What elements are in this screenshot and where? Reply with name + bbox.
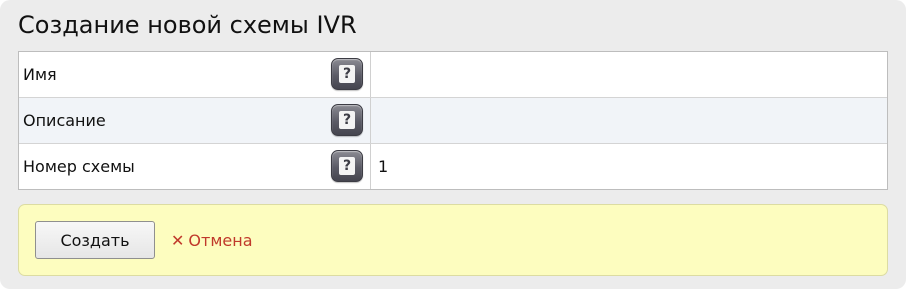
create-button[interactable]: Создать bbox=[35, 221, 155, 259]
help-icon[interactable]: ? bbox=[331, 104, 363, 136]
ivr-create-panel: Создание новой схемы IVR Имя ? Описание … bbox=[0, 0, 906, 289]
value-cell bbox=[371, 52, 887, 97]
value-cell bbox=[371, 98, 887, 143]
field-label-scheme-number: Номер схемы bbox=[23, 157, 135, 176]
cancel-link[interactable]: ✕ Отмена bbox=[171, 231, 253, 251]
label-cell: Номер схемы ? bbox=[19, 144, 371, 189]
question-mark-icon: ? bbox=[339, 157, 355, 175]
question-mark-icon: ? bbox=[339, 111, 355, 129]
label-cell: Описание ? bbox=[19, 98, 371, 143]
question-mark-icon: ? bbox=[339, 65, 355, 83]
action-bar: Создать ✕ Отмена bbox=[18, 204, 888, 276]
field-label-name: Имя bbox=[23, 65, 57, 84]
close-icon: ✕ bbox=[171, 231, 185, 250]
scheme-number-input[interactable] bbox=[371, 144, 887, 189]
help-icon[interactable]: ? bbox=[331, 150, 363, 182]
form-row-name: Имя ? bbox=[19, 52, 887, 97]
page-title: Создание новой схемы IVR bbox=[18, 11, 357, 39]
form-row-scheme-number: Номер схемы ? bbox=[19, 143, 887, 189]
cancel-label: Отмена bbox=[188, 231, 253, 250]
field-label-description: Описание bbox=[23, 111, 106, 130]
value-cell bbox=[371, 144, 887, 189]
help-icon[interactable]: ? bbox=[331, 58, 363, 90]
name-input[interactable] bbox=[371, 52, 887, 97]
label-cell: Имя ? bbox=[19, 52, 371, 97]
ivr-form-table: Имя ? Описание ? Номер схемы ? 1 bbox=[18, 51, 888, 190]
description-input[interactable] bbox=[371, 98, 887, 143]
form-row-description: Описание ? bbox=[19, 97, 887, 143]
